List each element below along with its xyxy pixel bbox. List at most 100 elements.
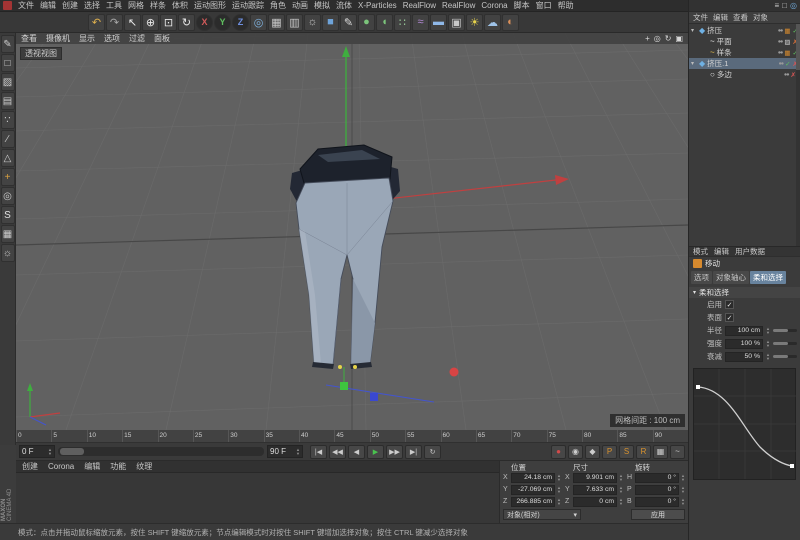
param-slider[interactable] (773, 355, 797, 358)
menu-item[interactable]: 角色 (267, 0, 289, 12)
stepper-icon[interactable]: ▲▼ (296, 448, 300, 456)
attribute-section-header[interactable]: ▾ 柔和选择 (689, 287, 800, 298)
object-tag-icon[interactable]: ▦ (784, 49, 790, 57)
viewport-menu-item[interactable]: 摄像机 (46, 33, 70, 44)
viewport-menu-item[interactable]: 过滤 (129, 33, 145, 44)
attribute-tab[interactable]: 对象轴心 (713, 271, 749, 284)
object-manager-menu-item[interactable]: 编辑 (713, 12, 728, 23)
end-frame-field[interactable]: 90 F ▲▼ (267, 445, 303, 458)
stepper-icon[interactable]: ▲▼ (766, 340, 770, 348)
coordinate-value-field[interactable]: 0 ° (635, 497, 679, 507)
next-frame-button[interactable]: ▶▶ (386, 445, 403, 459)
current-frame-field[interactable]: 0 F ▲▼ (19, 445, 55, 458)
deformer-icon[interactable]: ≈ (412, 14, 429, 31)
param-slider[interactable] (773, 342, 797, 345)
texture-mode-icon[interactable]: ▨ (1, 73, 15, 91)
coordinate-system-icon[interactable]: ◎ (250, 14, 267, 31)
rotate-tool-icon[interactable]: ↻ (178, 14, 195, 31)
record-rotation-icon[interactable]: R (636, 445, 651, 459)
prev-frame-button[interactable]: ◀ (348, 445, 365, 459)
record-scale-icon[interactable]: S (619, 445, 634, 459)
expand-arrow-icon[interactable]: ▾ (691, 60, 697, 67)
menu-item[interactable]: 样条 (147, 0, 169, 12)
viewport-zoom-icon[interactable]: ◎ (654, 34, 661, 43)
param-slider[interactable] (773, 329, 797, 332)
menu-item[interactable]: 流体 (333, 0, 355, 12)
scrollbar[interactable] (796, 24, 800, 246)
menu-item[interactable]: 编辑 (37, 0, 59, 12)
menu-item[interactable]: 帮助 (555, 0, 577, 12)
render-settings-icon[interactable]: ☼ (304, 14, 321, 31)
object-tree-row[interactable]: ~ 样条 ●● ▦ ✓ (689, 47, 800, 58)
menu-item[interactable]: RealFlow (400, 0, 439, 12)
goto-start-button[interactable]: |◀ (310, 445, 327, 459)
move-tool-icon[interactable]: ⊕ (142, 14, 159, 31)
menu-item[interactable]: 创建 (59, 0, 81, 12)
y-axis-lock-icon[interactable]: Y (214, 14, 231, 31)
menu-item[interactable]: 选择 (81, 0, 103, 12)
menu-item[interactable]: RealFlow (439, 0, 478, 12)
object-tree-row[interactable]: ~ 平面 ●● ▨ ✗ (689, 36, 800, 47)
record-pla-icon[interactable]: ~ (670, 445, 685, 459)
coordinate-mode-dropdown[interactable]: 对象(相对)▾ (503, 509, 581, 520)
pen-spline-icon[interactable]: ✎ (340, 14, 357, 31)
prev-key-button[interactable]: ◀◀ (329, 445, 346, 459)
stepper-icon[interactable]: ▲▼ (619, 486, 623, 494)
coordinate-value-field[interactable]: 0 ° (635, 485, 679, 495)
loop-button[interactable]: ↻ (424, 445, 441, 459)
coordinate-value-field[interactable]: 0 cm (573, 497, 617, 507)
coordinate-value-field[interactable]: 24.18 cm (511, 473, 555, 483)
timeline-ruler[interactable]: 051015202530354045505560657075808590 (16, 430, 688, 443)
menu-item[interactable]: Corona (478, 0, 510, 12)
stepper-icon[interactable]: ▲▼ (557, 486, 561, 494)
attribute-tab[interactable]: 柔和选择 (750, 271, 786, 284)
object-tree-row[interactable]: ○ 多边 ●● ✗ (689, 69, 800, 80)
viewport[interactable]: 查看摄像机显示选项过滤面板 +◎↻▣ 透视视图 (16, 33, 688, 430)
menu-item[interactable]: 运动跟踪 (229, 0, 267, 12)
view-label[interactable]: 透视视图 (20, 47, 62, 60)
render-picture-viewer-icon[interactable]: ▥ (286, 14, 303, 31)
stepper-icon[interactable]: ▲▼ (766, 327, 770, 335)
enable-snap-icon[interactable]: S (1, 206, 15, 224)
viewport-pan-icon[interactable]: + (645, 34, 650, 43)
menu-item[interactable]: 文件 (15, 0, 37, 12)
attribute-menu-item[interactable]: 用户数据 (735, 246, 765, 257)
stepper-icon[interactable]: ▲▼ (681, 498, 685, 506)
checkbox[interactable]: ✓ (725, 300, 734, 309)
undo-icon[interactable]: ↶ (88, 14, 105, 31)
object-tag-icon[interactable]: ▦ (784, 27, 790, 35)
panel-icon[interactable]: □ (782, 1, 787, 10)
falloff-curve-graph[interactable] (693, 368, 796, 480)
stepper-icon[interactable]: ▲▼ (619, 474, 623, 482)
convert-editable-icon[interactable]: ✎ (1, 35, 15, 53)
workplane-mode-icon[interactable]: ▤ (1, 92, 15, 110)
keyframe-selection-icon[interactable]: ◆ (585, 445, 600, 459)
camera-icon[interactable]: ▣ (448, 14, 465, 31)
attribute-tab[interactable]: 选项 (691, 271, 712, 284)
visibility-dots-icon[interactable]: ●● (778, 61, 783, 67)
menu-item[interactable]: 工具 (103, 0, 125, 12)
menu-item[interactable]: 窗口 (533, 0, 555, 12)
sky-icon[interactable]: ☁ (484, 14, 501, 31)
z-axis-lock-icon[interactable]: Z (232, 14, 249, 31)
stepper-icon[interactable]: ▲▼ (557, 474, 561, 482)
redo-icon[interactable]: ↷ (106, 14, 123, 31)
object-tree-row[interactable]: ▾ ◆ 挤压.1 ●● ✓ ✗ (689, 58, 800, 69)
floor-icon[interactable]: ▬ (430, 14, 447, 31)
menu-item[interactable]: 体积 (169, 0, 191, 12)
visibility-dots-icon[interactable]: ●● (778, 39, 783, 45)
viewport-menu-item[interactable]: 选项 (104, 33, 120, 44)
coordinate-value-field[interactable]: 7.633 cm (573, 485, 617, 495)
viewport-menu-item[interactable]: 面板 (154, 33, 170, 44)
object-tree-row[interactable]: ▾ ◆ 挤压 ●● ▦ ✓ (689, 25, 800, 36)
coordinate-value-field[interactable]: 266.885 cm (511, 497, 555, 507)
material-menu-item[interactable]: 编辑 (84, 461, 100, 472)
expand-arrow-icon[interactable]: ▾ (691, 27, 697, 34)
menu-item[interactable]: 动画 (289, 0, 311, 12)
x-axis-lock-icon[interactable]: X (196, 14, 213, 31)
menu-item[interactable]: 脚本 (511, 0, 533, 12)
add-cube-icon[interactable]: ■ (322, 14, 339, 31)
stepper-icon[interactable]: ▲▼ (681, 474, 685, 482)
model-mode-icon[interactable]: □ (1, 54, 15, 72)
object-manager-menu-item[interactable]: 对象 (753, 12, 768, 23)
